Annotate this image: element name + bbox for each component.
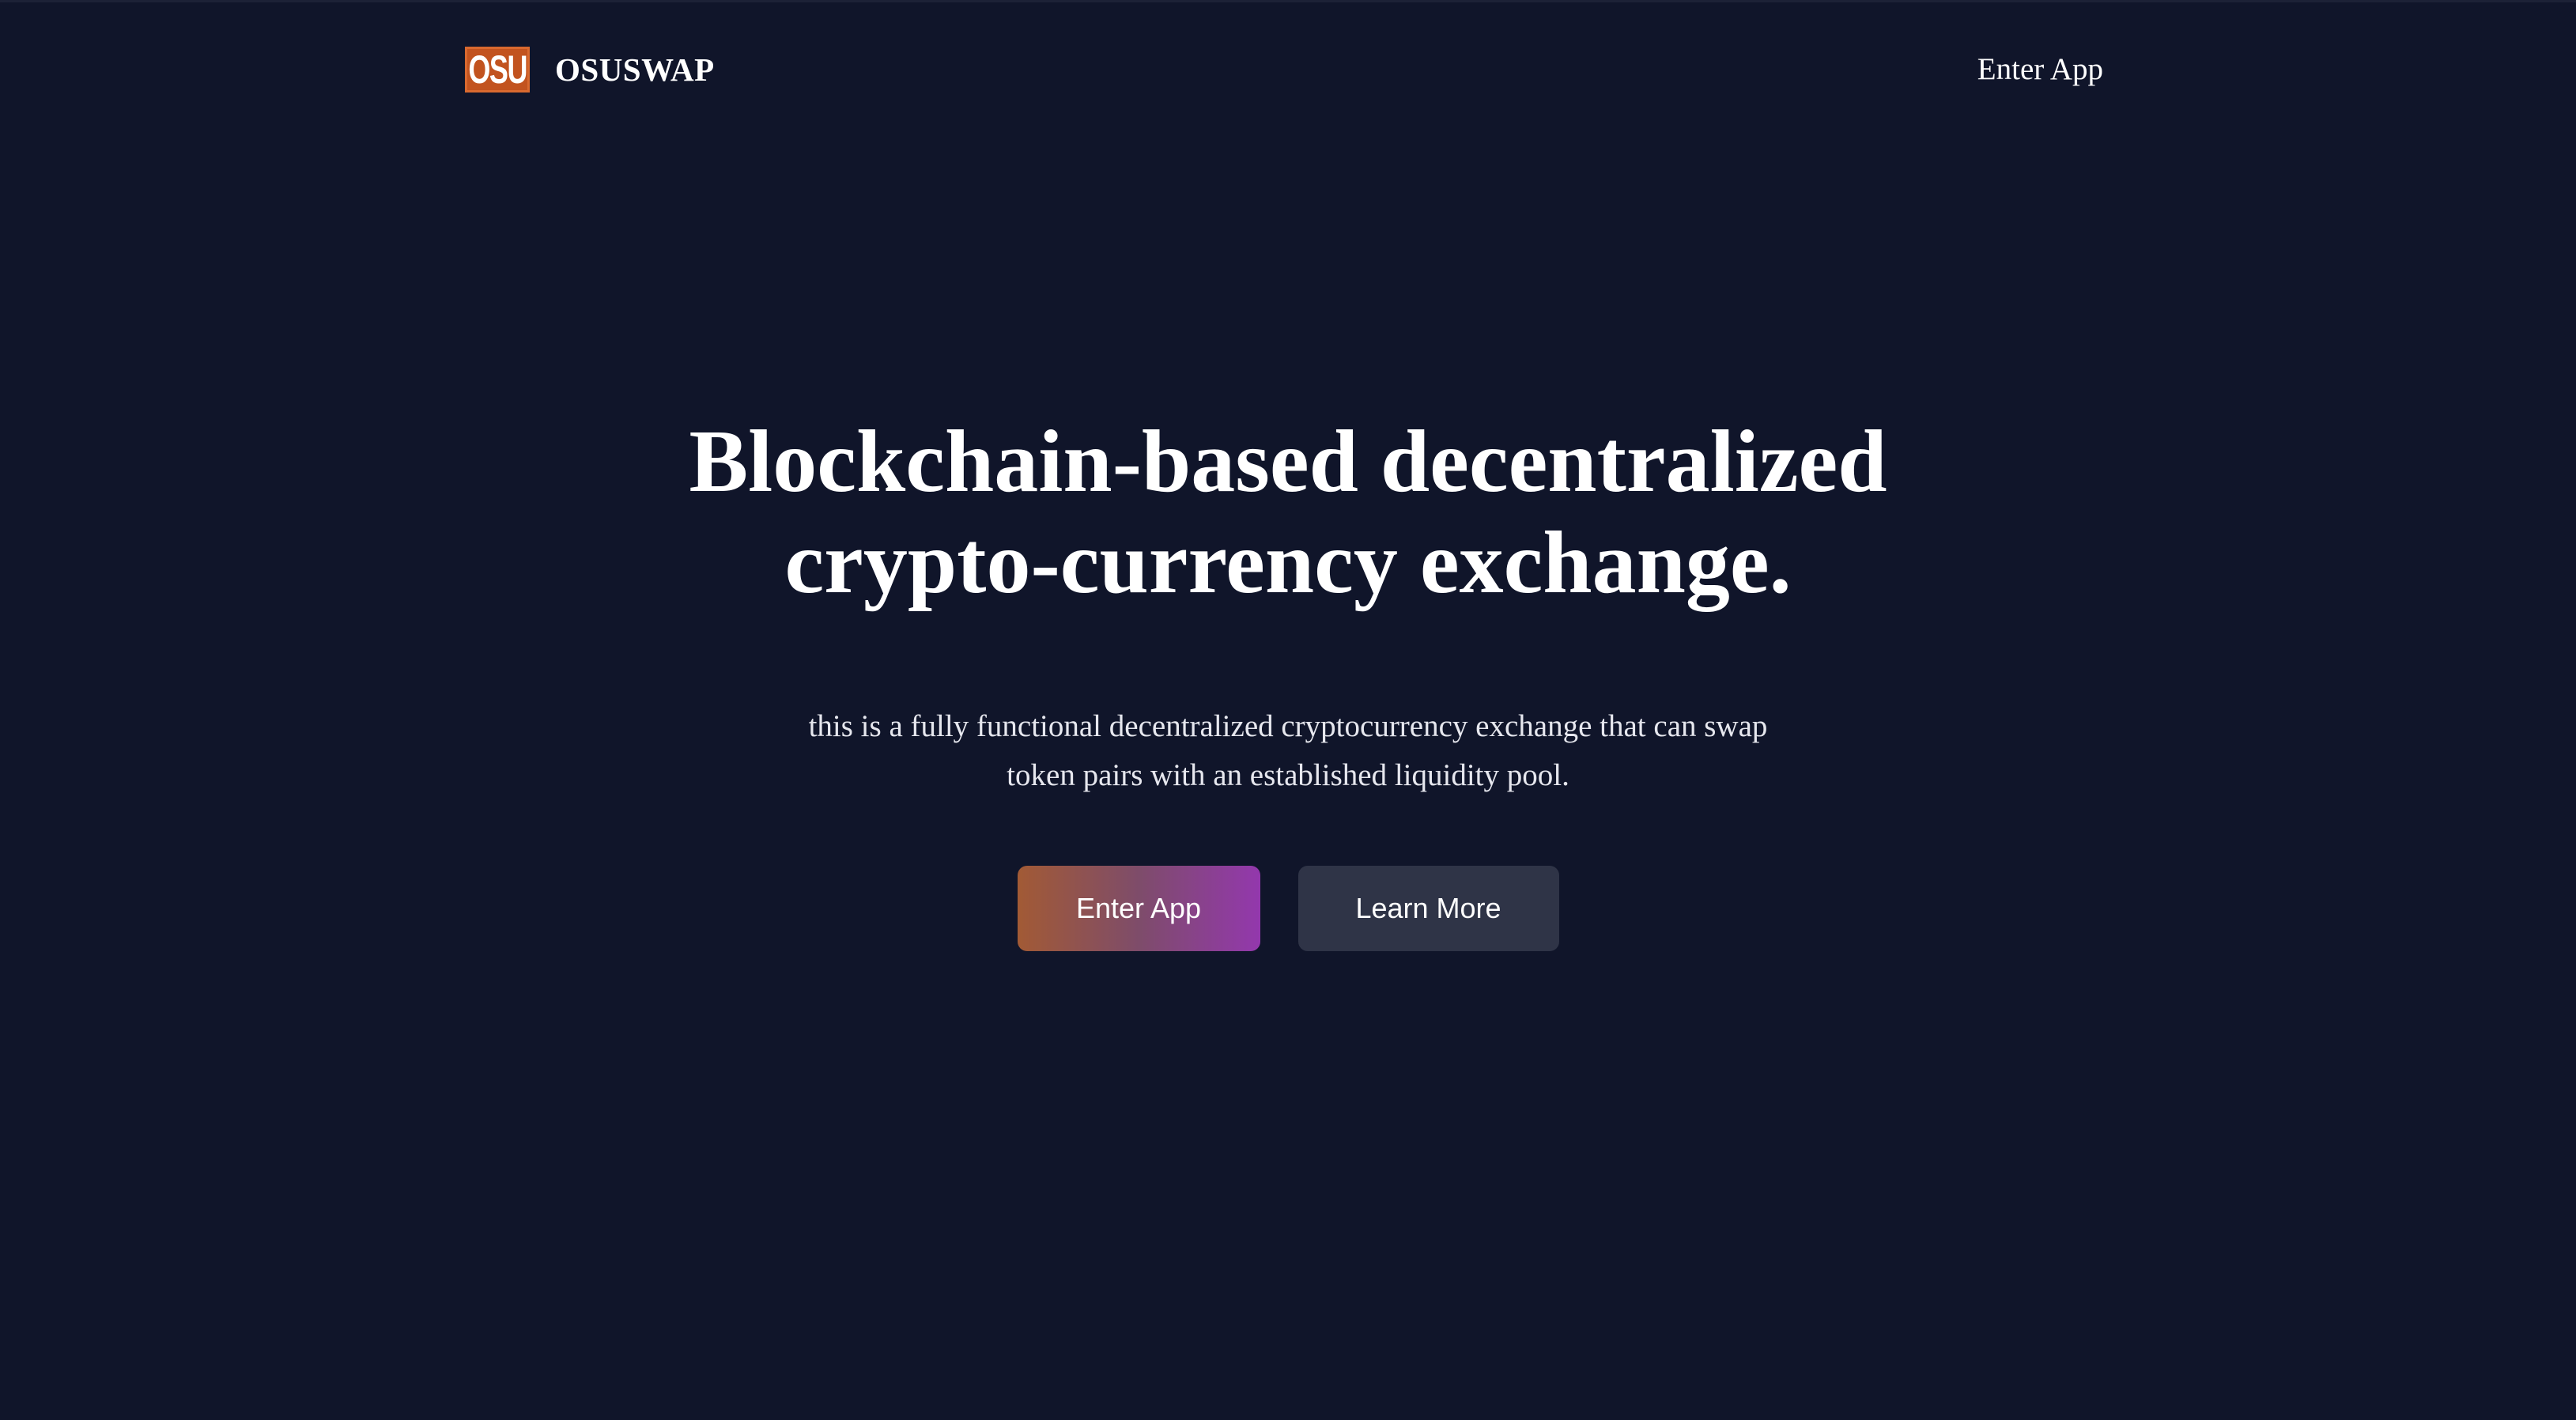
enter-app-button[interactable]: Enter App: [1017, 866, 1260, 951]
nav-enter-app-link[interactable]: Enter App: [1977, 49, 2103, 90]
hero-title-line-2: crypto-currency exchange.: [784, 514, 1792, 612]
hero-description-line-1: this is a fully functional decentralized…: [808, 709, 1768, 743]
hero-description-line-2: token pairs with an established liquidit…: [1007, 758, 1569, 792]
logo-text: OSU: [468, 47, 527, 92]
navbar: OSU OSUSWAP Enter App: [0, 0, 2576, 139]
brand[interactable]: OSU OSUSWAP: [465, 46, 715, 93]
hero-buttons: Enter App Learn More: [0, 866, 2576, 951]
osu-logo-icon: OSU: [465, 47, 530, 93]
brand-name: OSUSWAP: [555, 51, 715, 88]
hero-title-line-1: Blockchain-based decentralized: [689, 413, 1887, 511]
learn-more-button[interactable]: Learn More: [1297, 866, 1559, 951]
hero-description: this is a fully functional decentralized…: [774, 702, 1802, 800]
hero-section: Blockchain-based decentralized crypto-cu…: [0, 411, 2576, 800]
hero-title: Blockchain-based decentralized crypto-cu…: [616, 411, 1960, 614]
